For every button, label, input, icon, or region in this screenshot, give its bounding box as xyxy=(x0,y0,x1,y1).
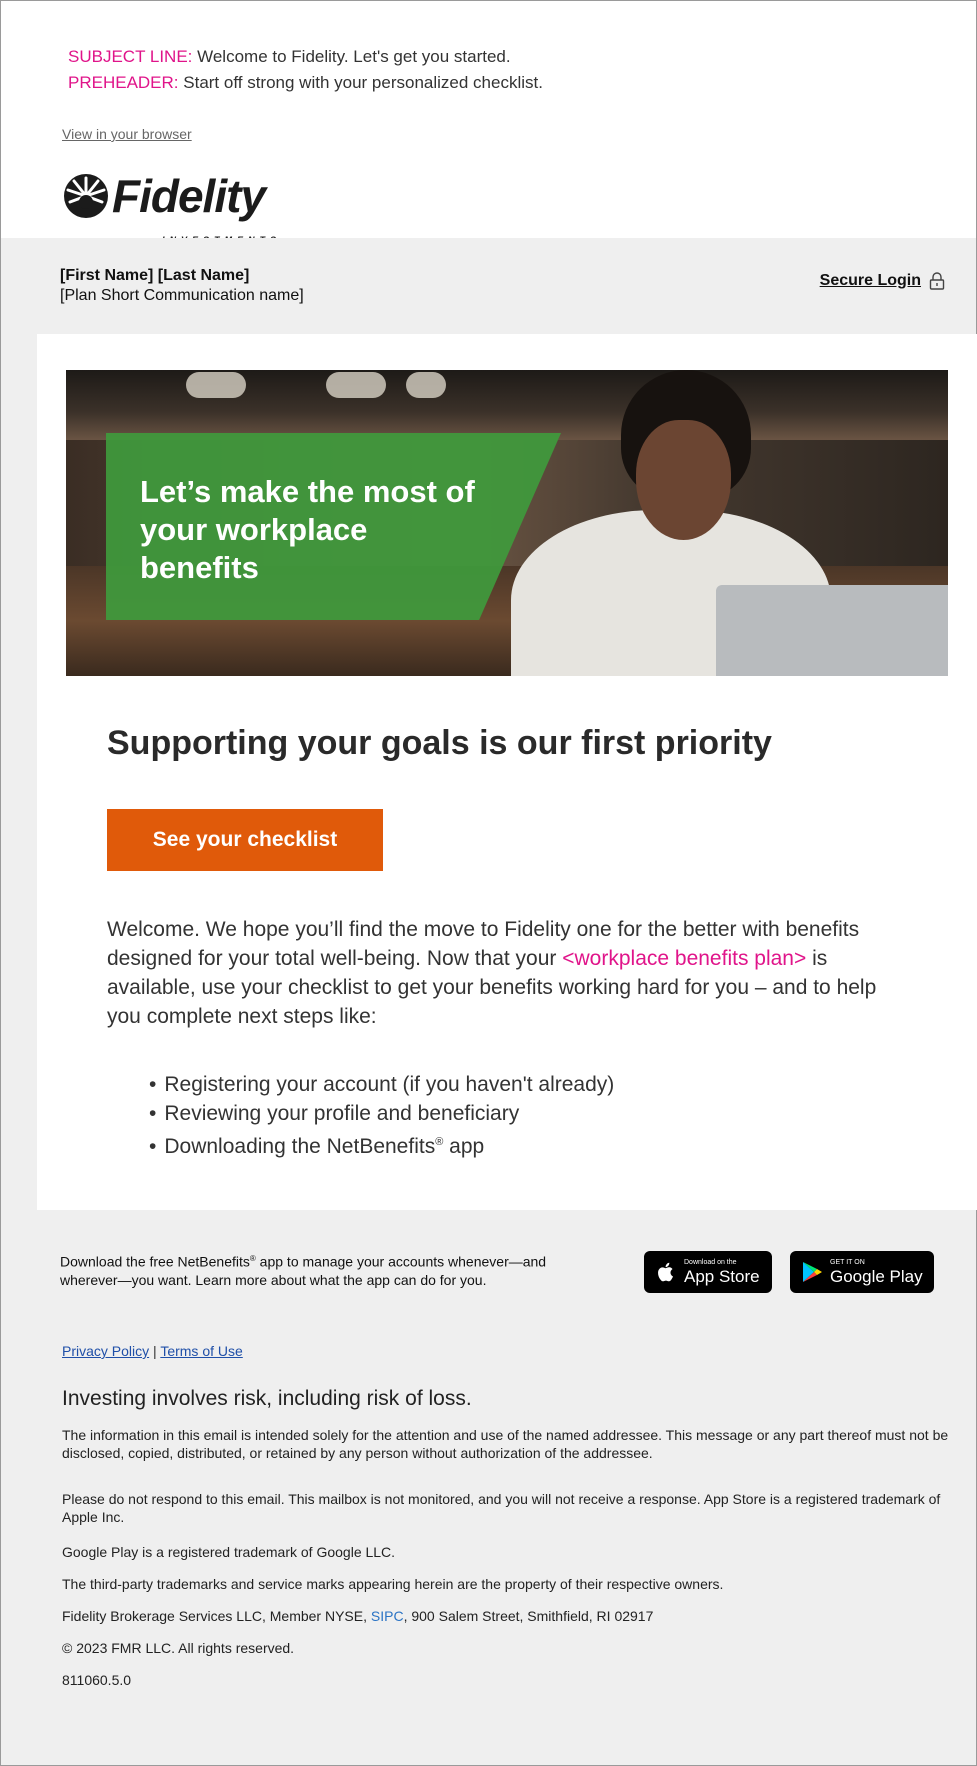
privacy-policy-link[interactable]: Privacy Policy xyxy=(62,1343,149,1359)
workplace-plan-placeholder: <workplace benefits plan> xyxy=(562,947,807,970)
subject-text: Welcome to Fidelity. Let's get you start… xyxy=(192,47,511,66)
list-item-text: Reviewing your profile and beneficiary xyxy=(164,1102,520,1125)
subject-line: SUBJECT LINE: Welcome to Fidelity. Let's… xyxy=(68,44,543,70)
recipient-name: [First Name] [Last Name] xyxy=(60,267,250,284)
list-item: Downloading the NetBenefits® app xyxy=(149,1128,614,1161)
hero-light xyxy=(186,372,246,398)
app-store-badge-text: Download on the App Store xyxy=(684,1259,760,1286)
terms-of-use-link[interactable]: Terms of Use xyxy=(160,1343,242,1359)
copyright: © 2023 FMR LLC. All rights reserved. xyxy=(62,1640,295,1656)
next-steps-list: Registering your account (if you haven't… xyxy=(149,1070,614,1161)
app-store-small-text: Download on the xyxy=(684,1258,737,1266)
plan-name: [Plan Short Communication name] xyxy=(60,287,304,304)
app-promo-part-1: Download the free NetBenefits xyxy=(60,1253,250,1270)
main-card: Let’s make the most of your workplace be… xyxy=(37,334,977,1210)
secure-login[interactable]: Secure Login xyxy=(820,272,945,290)
risk-disclaimer: Investing involves risk, including risk … xyxy=(62,1387,472,1410)
preheader-line: PREHEADER: Start off strong with your pe… xyxy=(68,70,543,96)
list-item-suffix: app xyxy=(443,1135,485,1158)
secure-login-link[interactable]: Secure Login xyxy=(820,272,921,290)
email-meta: SUBJECT LINE: Welcome to Fidelity. Let's… xyxy=(68,44,543,96)
app-store-badge[interactable]: Download on the App Store xyxy=(644,1251,772,1293)
disclaimer-third-party-trademarks: The third-party trademarks and service m… xyxy=(62,1576,724,1592)
apple-icon xyxy=(658,1262,673,1282)
hero-banner-text: Let’s make the most of your workplace be… xyxy=(140,474,475,585)
sipc-link[interactable]: SIPC xyxy=(371,1608,404,1624)
document-code: 811060.5.0 xyxy=(62,1672,132,1688)
hero-image: Let’s make the most of your workplace be… xyxy=(66,370,948,676)
fidelity-logo[interactable]: Fidelity INVESTMENTS xyxy=(62,168,276,245)
list-item-text: Downloading the NetBenefits xyxy=(164,1135,436,1158)
lock-icon xyxy=(929,272,945,290)
legal-links: Privacy Policy | Terms of Use xyxy=(62,1343,243,1359)
fidelity-logo-icon xyxy=(64,174,108,218)
link-separator: | xyxy=(149,1343,161,1359)
broker-text-1: Fidelity Brokerage Services LLC, Member … xyxy=(62,1608,371,1624)
broker-text-2: , 900 Salem Street, Smithfield, RI 02917 xyxy=(403,1608,654,1624)
google-play-small-text: GET IT ON xyxy=(830,1258,865,1266)
hero-person-face xyxy=(636,420,731,540)
hero-light xyxy=(406,372,446,398)
disclaimer-no-reply: Please do not respond to this email. Thi… xyxy=(62,1491,941,1525)
view-in-browser-link[interactable]: View in your browser xyxy=(62,126,192,142)
preheader-text: Start off strong with your personalized … xyxy=(178,73,543,92)
preheader-label: PREHEADER: xyxy=(68,73,179,92)
recipient-block: [First Name] [Last Name] [Plan Short Com… xyxy=(60,266,304,306)
hero-laptop xyxy=(716,585,948,676)
logo-text: Fidelity xyxy=(112,170,266,222)
hero-light xyxy=(326,372,386,398)
google-play-badge[interactable]: GET IT ON Google Play xyxy=(790,1251,934,1293)
headline: Supporting your goals is our first prior… xyxy=(107,724,772,762)
list-item-text: Registering your account (if you haven't… xyxy=(164,1073,615,1096)
list-item: Reviewing your profile and beneficiary xyxy=(149,1099,614,1128)
list-item: Registering your account (if you haven't… xyxy=(149,1070,614,1099)
body-copy: Welcome. We hope you’ll find the move to… xyxy=(107,915,907,1031)
subject-label: SUBJECT LINE: xyxy=(68,47,193,66)
google-play-icon xyxy=(803,1262,822,1282)
disclaimer-confidentiality: The information in this email is intende… xyxy=(62,1427,949,1461)
disclaimer-broker: Fidelity Brokerage Services LLC, Member … xyxy=(62,1607,962,1625)
see-checklist-button[interactable]: See your checklist xyxy=(107,809,383,871)
disclaimer-google-trademark: Google Play is a registered trademark of… xyxy=(62,1544,396,1560)
logo-wordmark: Fidelity INVESTMENTS xyxy=(112,170,276,245)
google-play-big-text: Google Play xyxy=(830,1266,923,1286)
app-promo-text: Download the free NetBenefits® app to ma… xyxy=(60,1250,560,1289)
app-store-big-text: App Store xyxy=(684,1266,760,1286)
google-play-badge-text: GET IT ON Google Play xyxy=(830,1259,923,1286)
